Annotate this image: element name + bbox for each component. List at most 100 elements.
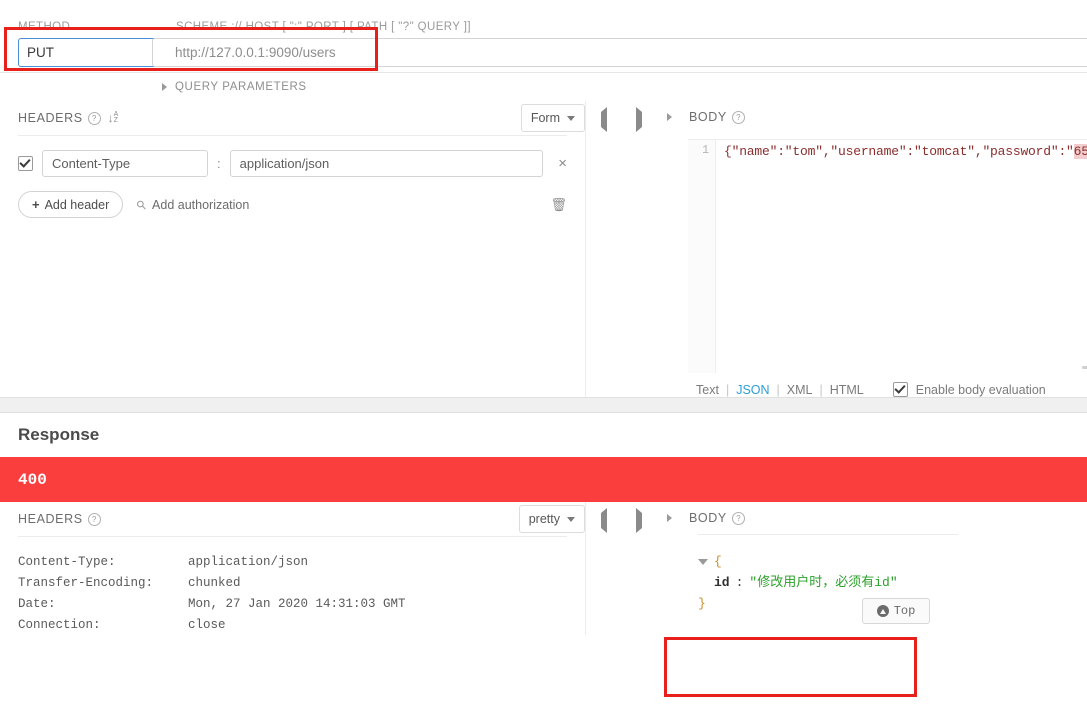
response-headers-title: HEADERS bbox=[18, 512, 83, 526]
format-tab-json[interactable]: JSON bbox=[729, 383, 776, 397]
collapse-toggle[interactable] bbox=[698, 558, 714, 565]
json-open-brace: { bbox=[714, 554, 722, 569]
json-string-value: "修改用户时，必须有id" bbox=[749, 575, 898, 590]
collapse-left-button[interactable] bbox=[597, 508, 611, 533]
query-parameters-toggle[interactable]: QUERY PARAMETERS bbox=[0, 73, 1087, 101]
request-headers-pane: HEADERS ? ↓AZ Form : × + Add header ⚲ Ad… bbox=[0, 101, 585, 397]
header-value: chunked bbox=[188, 575, 241, 590]
json-key: id bbox=[714, 575, 730, 590]
header-value: close bbox=[188, 617, 226, 632]
scroll-to-top-label: Top bbox=[893, 603, 916, 618]
method-field-label: METHOD bbox=[18, 21, 71, 33]
chevron-right-icon bbox=[635, 508, 642, 533]
header-key-input[interactable] bbox=[42, 150, 208, 177]
remove-header-button[interactable]: × bbox=[558, 155, 567, 172]
response-body-header[interactable]: BODY ? bbox=[656, 502, 1087, 534]
chevron-left-icon bbox=[600, 107, 607, 132]
help-circle-icon[interactable]: ? bbox=[731, 511, 745, 525]
header-value-input[interactable] bbox=[229, 150, 544, 177]
help-circle-icon[interactable]: ? bbox=[87, 111, 101, 125]
response-collapse-left[interactable] bbox=[585, 502, 621, 635]
request-body-pane: BODY ? 1 {"name":"tom","username":"tomca… bbox=[656, 101, 1087, 397]
editor-line-numbers: 1 bbox=[688, 140, 716, 373]
enable-body-evaluation-toggle[interactable]: Enable body evaluation bbox=[892, 382, 1046, 397]
request-headers-view-label: Form bbox=[530, 111, 560, 125]
scroll-to-top-button[interactable]: Top bbox=[862, 598, 930, 624]
method-selector[interactable] bbox=[18, 38, 222, 67]
response-headers-view-dropdown[interactable]: pretty bbox=[518, 505, 585, 533]
request-collapse-left[interactable] bbox=[585, 101, 621, 397]
chevron-right-icon bbox=[667, 113, 672, 121]
header-value: Mon, 27 Jan 2020 14:31:03 GMT bbox=[188, 596, 406, 611]
divider bbox=[698, 534, 958, 535]
url-field-label: SCHEME :// HOST [ ":" PORT ] [ PATH [ "?… bbox=[176, 21, 471, 33]
header-actions: + Add header ⚲ Add authorization 🗑 bbox=[0, 177, 585, 218]
request-body-editor[interactable]: 1 {"name":"tom","username":"tomcat","pas… bbox=[688, 139, 1087, 373]
editor-horizontal-scrollbar[interactable] bbox=[1082, 363, 1087, 372]
header-row: : × bbox=[0, 136, 585, 177]
add-authorization-button[interactable]: ⚲ Add authorization bbox=[133, 196, 250, 213]
format-tab-xml[interactable]: XML bbox=[780, 383, 820, 397]
header-enabled-checkbox[interactable] bbox=[18, 156, 33, 171]
format-tab-html[interactable]: HTML bbox=[823, 383, 871, 397]
header-name: Transfer-Encoding: bbox=[18, 575, 154, 590]
url-input[interactable] bbox=[152, 38, 1087, 67]
plus-icon: + bbox=[32, 197, 40, 212]
key-icon: ⚲ bbox=[133, 196, 150, 213]
request-body-code[interactable]: {"name":"tom","username":"tomcat","passw… bbox=[716, 140, 1087, 373]
collapse-right-button[interactable] bbox=[632, 508, 646, 533]
json-close-brace: } bbox=[698, 596, 706, 611]
response-status-bar: 400 bbox=[0, 457, 1087, 502]
response-headers-pane: HEADERS ? pretty Content-Type: applicati… bbox=[0, 502, 585, 635]
arrow-up-circle-icon bbox=[876, 605, 889, 617]
header-separator: : bbox=[217, 156, 221, 171]
response-headers-list: Content-Type: application/json Transfer-… bbox=[0, 537, 585, 635]
request-url-bar: METHOD SCHEME :// HOST [ ":" PORT ] [ PA… bbox=[0, 0, 1087, 73]
response-collapse-right[interactable] bbox=[621, 502, 656, 635]
help-circle-icon[interactable]: ? bbox=[87, 512, 101, 526]
table-row: Transfer-Encoding: chunked bbox=[18, 572, 567, 593]
response-title: Response bbox=[18, 425, 100, 444]
header-name: Date: bbox=[18, 596, 56, 611]
chevron-left-icon bbox=[600, 508, 607, 533]
add-header-label: Add header bbox=[44, 197, 110, 212]
add-header-button[interactable]: + Add header bbox=[18, 191, 124, 218]
help-circle-icon[interactable]: ? bbox=[731, 110, 745, 124]
collapse-right-button[interactable] bbox=[632, 107, 646, 132]
request-headers-header: HEADERS ? ↓ A Z Form bbox=[0, 101, 585, 135]
response-headers-header: HEADERS ? pretty bbox=[0, 502, 585, 536]
enable-body-evaluation-checkbox[interactable] bbox=[892, 382, 908, 397]
table-row: Content-Type: application/json bbox=[18, 551, 567, 572]
request-panels: HEADERS ? ↓AZ Form : × + Add header ⚲ Ad… bbox=[0, 101, 1087, 397]
request-headers-view-dropdown[interactable]: Form bbox=[520, 104, 585, 132]
request-collapse-right[interactable] bbox=[621, 101, 656, 397]
json-colon: : bbox=[735, 575, 744, 590]
response-headers-view-label: pretty bbox=[528, 512, 560, 526]
code-prefix: {"name":"tom","username":"tomcat","passw… bbox=[724, 144, 1074, 159]
request-headers-title: HEADERS bbox=[18, 111, 83, 125]
header-value: application/json bbox=[188, 554, 309, 569]
request-body-header[interactable]: BODY ? bbox=[656, 101, 1087, 133]
query-parameters-label: QUERY PARAMETERS bbox=[175, 81, 307, 93]
add-authorization-label: Add authorization bbox=[152, 197, 250, 212]
format-tab-text[interactable]: Text bbox=[696, 383, 726, 397]
header-name: Connection: bbox=[18, 617, 101, 632]
section-gap bbox=[0, 397, 1087, 413]
response-body-title: BODY bbox=[689, 511, 727, 525]
response-title-bar: Response bbox=[0, 413, 1087, 457]
sort-alpha-icon[interactable]: ↓ A Z bbox=[108, 111, 119, 125]
response-body-json-tree: { id : "修改用户时，必须有id" } Top bbox=[698, 551, 944, 624]
chevron-down-icon bbox=[567, 516, 575, 522]
annotation-rectangle-response-body bbox=[664, 637, 917, 697]
trash-icon[interactable]: 🗑 bbox=[550, 197, 567, 213]
response-panels: HEADERS ? pretty Content-Type: applicati… bbox=[0, 502, 1087, 635]
chevron-right-icon bbox=[162, 83, 167, 91]
code-highlighted-selection: 654321 bbox=[1073, 144, 1087, 159]
json-tree-root[interactable]: { bbox=[698, 551, 944, 572]
status-code: 400 bbox=[18, 470, 47, 489]
collapse-left-button[interactable] bbox=[597, 107, 611, 132]
table-row: Date: Mon, 27 Jan 2020 14:31:03 GMT bbox=[18, 593, 567, 614]
request-body-footer: Text | JSON | XML | HTML Enable body eva… bbox=[688, 373, 1087, 397]
chevron-right-icon bbox=[667, 514, 672, 522]
json-tree-entry: id : "修改用户时，必须有id" bbox=[698, 572, 944, 593]
